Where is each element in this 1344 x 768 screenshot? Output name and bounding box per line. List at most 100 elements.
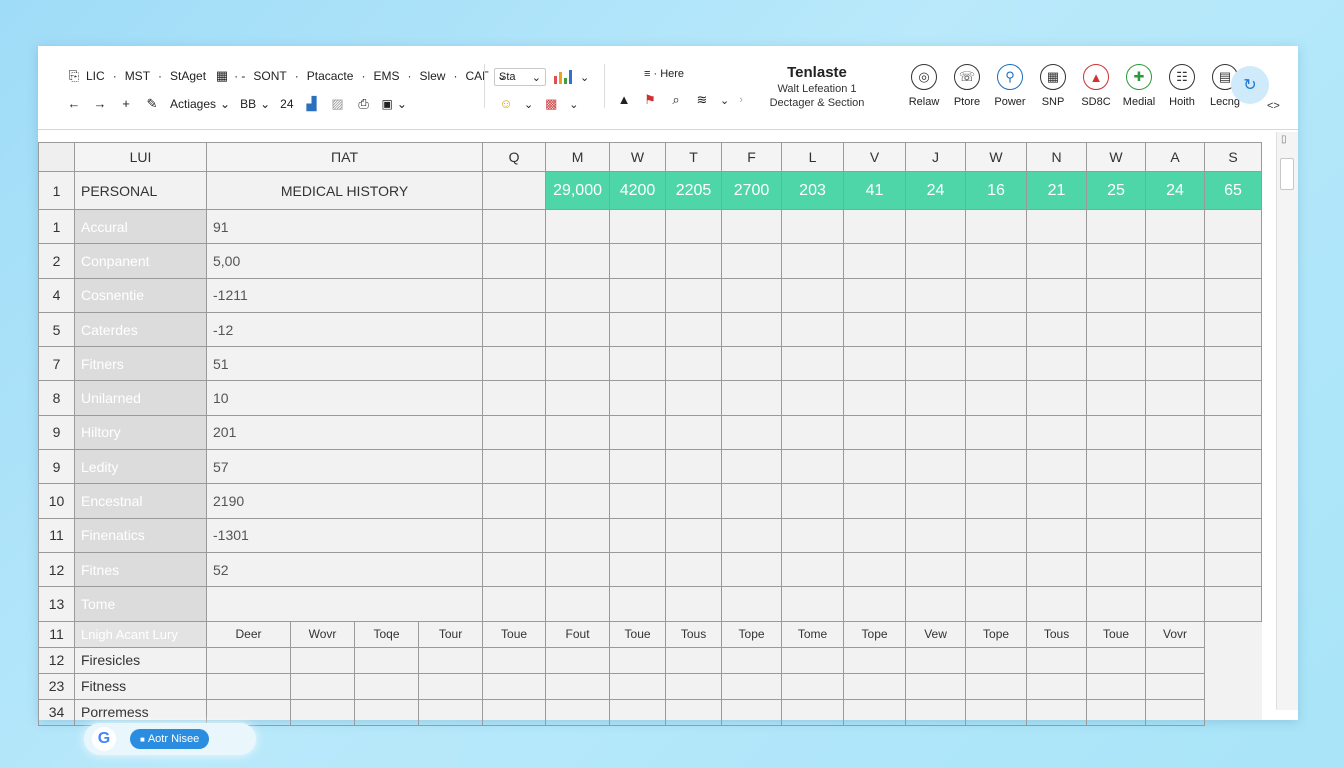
row-number[interactable]: 4 — [38, 277, 75, 313]
cell[interactable] — [665, 483, 723, 519]
cell[interactable] — [781, 311, 845, 348]
cell[interactable] — [609, 243, 667, 279]
cell[interactable] — [843, 483, 907, 519]
row-label-cell[interactable]: Firesicles — [74, 646, 207, 674]
cell[interactable] — [1204, 346, 1262, 382]
chevron-down-icon[interactable]: ⌄ — [569, 98, 578, 111]
row-number[interactable]: 11 — [38, 517, 75, 553]
sub-header-cell[interactable]: Tous — [665, 620, 723, 648]
cell[interactable] — [1026, 243, 1088, 279]
row-number[interactable]: 1 — [38, 208, 75, 245]
cell[interactable] — [609, 551, 667, 588]
value-cell[interactable]: -1211 — [205, 277, 484, 313]
cell[interactable] — [665, 414, 723, 451]
cell[interactable] — [721, 311, 783, 348]
cell[interactable] — [721, 551, 783, 588]
cell[interactable] — [1086, 277, 1147, 313]
cell[interactable] — [1204, 380, 1262, 416]
row-label-cell[interactable]: Accural — [74, 208, 207, 245]
cell[interactable] — [1086, 346, 1147, 382]
cell[interactable] — [1145, 414, 1206, 451]
cell[interactable] — [1086, 698, 1147, 726]
cell[interactable] — [1204, 449, 1262, 485]
cell[interactable] — [545, 208, 611, 245]
cell[interactable] — [721, 277, 783, 313]
stat-cell[interactable]: 65 — [1204, 171, 1262, 210]
zoom-icon[interactable]: ⌕ — [668, 92, 684, 108]
cell[interactable] — [665, 586, 723, 622]
cell[interactable] — [1026, 672, 1088, 700]
cell[interactable] — [206, 698, 291, 726]
value-cell[interactable]: 5,00 — [205, 243, 484, 279]
cell[interactable] — [1204, 517, 1262, 553]
cell[interactable] — [417, 698, 484, 726]
font-select[interactable]: Actiages ⌄ — [170, 97, 230, 111]
cell[interactable] — [905, 646, 967, 674]
cell[interactable] — [1026, 380, 1088, 416]
value-cell[interactable]: 2190 — [205, 483, 484, 519]
row-label-cell[interactable]: Fitness — [74, 672, 207, 700]
cell[interactable] — [905, 483, 967, 519]
sub-header-cell[interactable]: Tour — [417, 620, 484, 648]
cell[interactable] — [665, 646, 723, 674]
cell[interactable] — [781, 698, 845, 726]
cell[interactable] — [781, 243, 845, 279]
menu-item[interactable]: CAΓ — [465, 69, 488, 83]
cell[interactable] — [965, 346, 1028, 382]
cell[interactable] — [965, 414, 1028, 451]
column-header[interactable]: A — [1145, 142, 1206, 172]
cell[interactable] — [1086, 551, 1147, 588]
stat-cell[interactable]: 2700 — [721, 171, 783, 210]
cell[interactable] — [609, 208, 667, 245]
sub-header-cell[interactable]: Deer — [206, 620, 291, 648]
menu-item[interactable]: Ptacacte — [307, 69, 354, 83]
menu-item[interactable]: SONT — [253, 69, 286, 83]
value-cell[interactable]: 91 — [205, 208, 484, 245]
cell[interactable] — [843, 380, 907, 416]
column-header[interactable]: F — [721, 142, 783, 172]
column-header[interactable]: LUI — [74, 142, 207, 172]
wifi-icon[interactable]: ≋ — [694, 92, 710, 108]
cell[interactable] — [781, 208, 845, 245]
cell[interactable] — [905, 517, 967, 553]
emoji-icon[interactable]: ☺ — [498, 96, 514, 112]
cell[interactable] — [1204, 551, 1262, 588]
cell[interactable] — [290, 672, 355, 700]
menu-item[interactable]: · — [453, 69, 457, 83]
row-label-cell[interactable]: Cosnentie — [74, 277, 207, 313]
cell[interactable] — [1026, 517, 1088, 553]
cell[interactable] — [905, 380, 967, 416]
cell[interactable] — [417, 646, 484, 674]
cell[interactable] — [1204, 243, 1262, 279]
tool-button[interactable]: ⚲ Power — [994, 64, 1026, 108]
cell[interactable] — [482, 171, 547, 210]
cell[interactable] — [609, 311, 667, 348]
brush-icon[interactable]: ▨ — [330, 96, 346, 112]
cell[interactable] — [843, 346, 907, 382]
font-size-select[interactable]: 24 — [280, 97, 293, 111]
cell[interactable] — [905, 551, 967, 588]
cell[interactable] — [965, 483, 1028, 519]
cell[interactable] — [905, 586, 967, 622]
tool-button[interactable]: ▲ SD8C — [1080, 64, 1112, 108]
tool-button[interactable]: ☷ Hoith — [1166, 64, 1198, 108]
cell[interactable] — [545, 449, 611, 485]
column-header[interactable]: J — [905, 142, 967, 172]
here-button[interactable]: ≡ · Here — [644, 68, 743, 80]
cell[interactable] — [781, 449, 845, 485]
value-cell[interactable]: 51 — [205, 346, 484, 382]
flag-icon[interactable]: ⚑ — [642, 92, 658, 108]
cell[interactable] — [1204, 208, 1262, 245]
cell[interactable] — [482, 672, 547, 700]
cell[interactable] — [965, 208, 1028, 245]
stat-cell[interactable]: 24 — [1145, 171, 1206, 210]
cell[interactable] — [482, 646, 547, 674]
sub-header-cell[interactable]: Vovr — [1145, 620, 1206, 648]
cell[interactable] — [781, 551, 845, 588]
stat-cell[interactable]: 25 — [1086, 171, 1147, 210]
cell[interactable] — [781, 277, 845, 313]
cell[interactable] — [1086, 243, 1147, 279]
cell[interactable] — [721, 243, 783, 279]
row-number[interactable]: 1 — [38, 171, 75, 210]
cell[interactable] — [1145, 243, 1206, 279]
